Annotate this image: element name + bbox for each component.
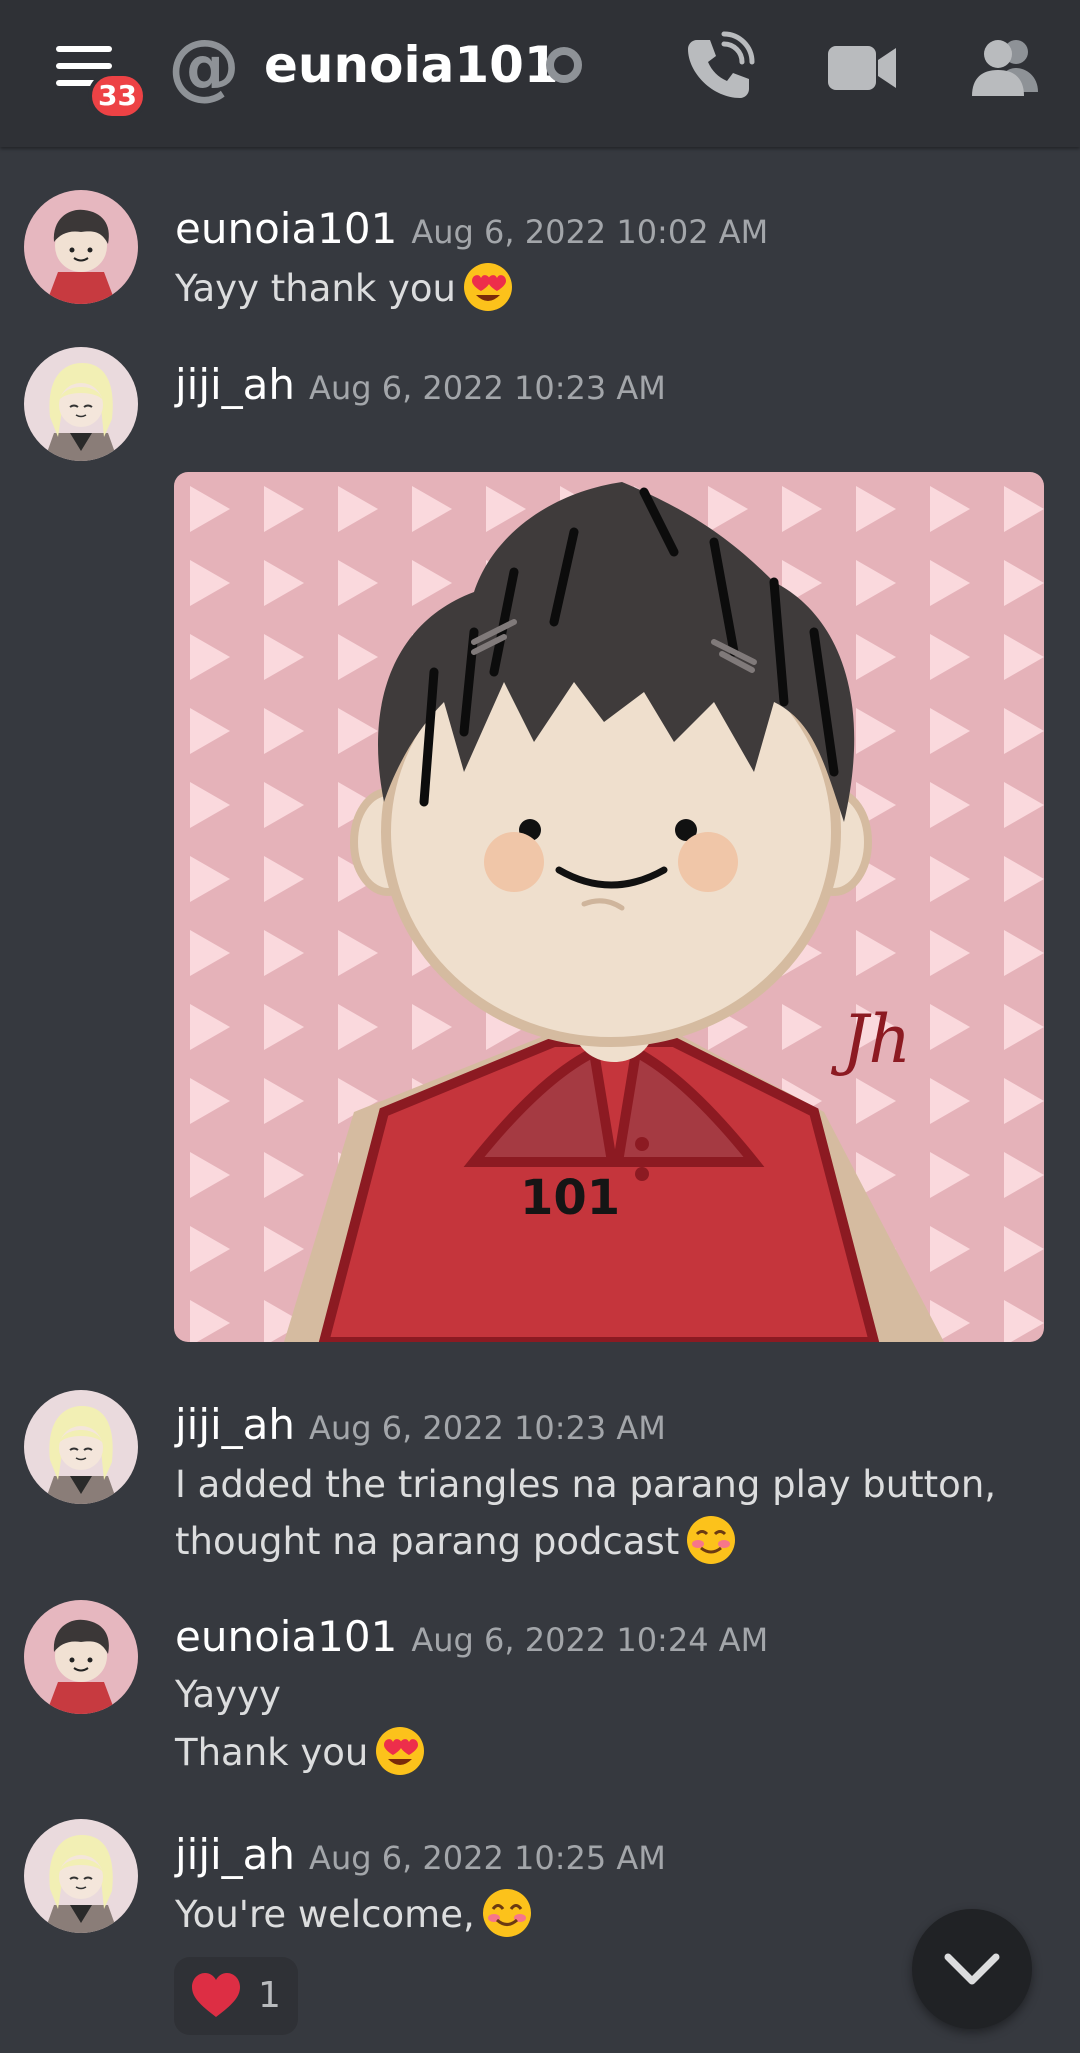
message-timestamp: Aug 6, 2022 10:23 AM: [309, 1409, 666, 1447]
avatar-illustration-image[interactable]: 101 Jh: [174, 472, 1044, 1342]
message-line: Thank you: [175, 1731, 369, 1774]
at-icon: @: [168, 24, 240, 108]
chevron-down-icon: [944, 1953, 1000, 1985]
unread-badge: 33: [88, 72, 147, 120]
user-avatar-jiji_ah[interactable]: [24, 347, 138, 461]
heart-eyes-emoji: [374, 1725, 426, 1777]
video-camera-icon[interactable]: [824, 30, 900, 106]
jump-to-bottom-button[interactable]: [912, 1909, 1032, 2029]
message-author[interactable]: jiji_ah: [175, 360, 295, 409]
message-timestamp: Aug 6, 2022 10:23 AM: [309, 369, 666, 407]
message-list[interactable]: eunoia101 Aug 6, 2022 10:02 AM Yayy thank…: [0, 147, 1080, 2053]
message-author[interactable]: eunoia101: [175, 204, 397, 253]
message-author[interactable]: jiji_ah: [175, 1400, 295, 1449]
heart-eyes-emoji: [462, 261, 514, 313]
smiling-blush-emoji: [685, 1514, 737, 1566]
message-author[interactable]: jiji_ah: [175, 1830, 295, 1879]
user-avatar-jiji_ah[interactable]: [24, 1390, 138, 1504]
user-avatar-jiji_ah[interactable]: [24, 1819, 138, 1933]
user-avatar-eunoia101[interactable]: [24, 1600, 138, 1714]
message-header: jiji_ah Aug 6, 2022 10:23 AM: [175, 1397, 666, 1453]
message-header: eunoia101 Aug 6, 2022 10:24 AM: [175, 1609, 768, 1665]
artist-signature-text: Jh: [830, 1001, 911, 1078]
message-text: Thank you: [175, 1725, 426, 1781]
message-timestamp: Aug 6, 2022 10:24 AM: [411, 1621, 769, 1659]
message-author[interactable]: eunoia101: [175, 1612, 397, 1661]
message-line: Yayyy: [175, 1673, 281, 1716]
message-header: jiji_ah Aug 6, 2022 10:25 AM: [175, 1827, 666, 1883]
message-line: I added the triangles na parang play but…: [175, 1463, 997, 1506]
members-icon[interactable]: [968, 30, 1044, 106]
channel-title: eunoia101: [264, 36, 559, 94]
status-idle-icon: [546, 47, 582, 83]
channel-header: 33 @ eunoia101: [0, 0, 1080, 147]
message-text: Yayy thank you: [175, 261, 514, 317]
message-timestamp: Aug 6, 2022 10:02 AM: [411, 213, 769, 251]
message-timestamp: Aug 6, 2022 10:25 AM: [309, 1839, 666, 1877]
user-avatar-eunoia101[interactable]: [24, 190, 138, 304]
menu-button[interactable]: 33: [50, 38, 147, 120]
shirt-number-text: 101: [520, 1170, 620, 1226]
reaction-button[interactable]: 1: [174, 1957, 298, 2035]
message-text: You're welcome,: [175, 1887, 533, 1943]
message-text: thought na parang podcast: [175, 1514, 737, 1570]
smiling-eyes-emoji: [481, 1887, 533, 1939]
message-line: thought na parang podcast: [175, 1520, 680, 1563]
reaction-count: 1: [258, 1975, 281, 2016]
heart-icon: [192, 1973, 240, 2017]
message-line: Yayy thank you: [175, 267, 456, 310]
message-header: eunoia101 Aug 6, 2022 10:02 AM: [175, 201, 768, 257]
phone-call-icon[interactable]: [680, 30, 756, 106]
message-header: jiji_ah Aug 6, 2022 10:23 AM: [175, 357, 666, 413]
message-line: You're welcome,: [175, 1893, 475, 1936]
